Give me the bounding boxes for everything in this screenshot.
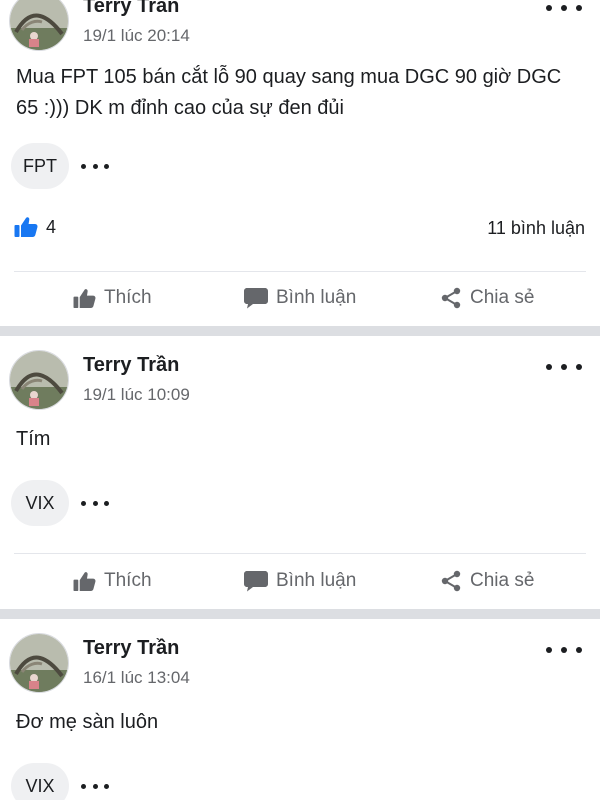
post-timestamp[interactable]: 19/1 lúc 20:14 [83, 26, 190, 46]
speech-bubble-icon [244, 288, 268, 309]
divider [14, 553, 586, 554]
tag-row: FPT [11, 143, 109, 189]
share-icon [441, 287, 461, 309]
more-options-icon[interactable] [546, 642, 582, 658]
comment-button-label: Bình luận [276, 287, 357, 308]
share-button-label: Chia sẻ [470, 570, 535, 591]
thumbs-up-icon [14, 217, 38, 237]
tag-row: VIX [11, 763, 109, 800]
like-summary[interactable]: 4 [14, 216, 56, 238]
post-timestamp[interactable]: 16/1 lúc 13:04 [83, 668, 190, 688]
post-actions: Thích Bình luận Chia sẻ [0, 559, 600, 603]
thumbs-up-icon [73, 571, 96, 591]
post-author[interactable]: Terry Trần [83, 354, 179, 377]
stock-tag-chip[interactable]: VIX [11, 480, 69, 526]
stock-tag-chip[interactable]: FPT [11, 143, 69, 189]
thumbs-up-icon [73, 288, 96, 308]
share-button[interactable]: Chia sẻ [440, 276, 534, 320]
feed-post: Terry Trần 19/1 lúc 10:09 Tím VIX Thích [0, 337, 600, 609]
avatar[interactable] [9, 633, 69, 693]
like-button[interactable]: Thích [73, 276, 152, 320]
share-icon [441, 570, 461, 592]
avatar[interactable] [9, 0, 69, 51]
post-separator [0, 609, 600, 619]
tag-more-icon[interactable] [81, 781, 109, 791]
more-options-icon[interactable] [546, 0, 582, 16]
like-count: 4 [46, 216, 57, 237]
share-button-label: Chia sẻ [470, 287, 535, 308]
feed-post: Terry Trần 16/1 lúc 13:04 Đơ mẹ sàn luôn… [0, 620, 600, 800]
feed-post: Terry Trần 19/1 lúc 20:14 Mua FPT 105 bá… [0, 0, 600, 326]
tag-more-icon[interactable] [81, 498, 109, 508]
post-text: Mua FPT 105 bán cắt lỗ 90 quay sang mua … [16, 66, 562, 119]
comment-button[interactable]: Bình luận [244, 276, 356, 320]
post-timestamp[interactable]: 19/1 lúc 10:09 [83, 385, 190, 405]
more-options-icon[interactable] [546, 359, 582, 375]
post-actions: Thích Bình luận Chia sẻ [0, 276, 600, 320]
news-feed: Terry Trần 19/1 lúc 20:14 Mua FPT 105 bá… [0, 0, 600, 800]
post-separator [0, 326, 600, 336]
comment-count[interactable]: 11 bình luận [487, 218, 585, 239]
post-author[interactable]: Terry Trần [83, 0, 179, 18]
like-button-label: Thích [104, 570, 152, 591]
avatar[interactable] [9, 350, 69, 410]
like-button-label: Thích [104, 287, 152, 308]
post-text: Đơ mẹ sàn luôn [16, 711, 159, 733]
speech-bubble-icon [244, 571, 268, 592]
tag-more-icon[interactable] [81, 161, 109, 171]
divider [14, 271, 586, 272]
comment-button-label: Bình luận [276, 570, 357, 591]
share-button[interactable]: Chia sẻ [440, 559, 534, 603]
post-text: Tím [16, 428, 51, 450]
reactions-summary: 4 11 bình luận [0, 214, 600, 244]
post-author[interactable]: Terry Trần [83, 637, 179, 660]
like-button[interactable]: Thích [73, 559, 152, 603]
tag-row: VIX [11, 480, 109, 526]
comment-button[interactable]: Bình luận [244, 559, 356, 603]
stock-tag-chip[interactable]: VIX [11, 763, 69, 800]
